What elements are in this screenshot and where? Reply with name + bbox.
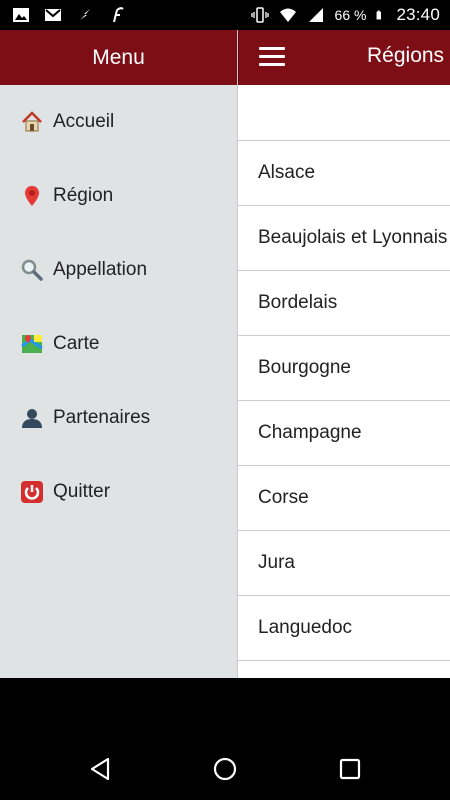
system-icons: 66 % 23:40 [250, 5, 440, 25]
region-item-alsace[interactable]: Alsace [238, 141, 450, 206]
navigation-drawer: Menu Accueil Région Appellation Carte Pa… [0, 30, 237, 678]
menu-item-label: Quitter [53, 481, 111, 502]
battery-percent: 66 % [334, 7, 367, 23]
gmail-icon [45, 9, 61, 21]
region-item-bordelais[interactable]: Bordelais [238, 271, 450, 336]
notification-icons [12, 6, 126, 24]
page-title: Régions [367, 44, 445, 67]
region-item-empty [238, 661, 450, 678]
person-icon [20, 406, 44, 430]
signal-icon [308, 8, 323, 22]
app-bar: Régions [238, 30, 450, 85]
region-item-beaujolais[interactable]: Beaujolais et Lyonnais [238, 206, 450, 271]
vibrate-icon [250, 7, 269, 23]
wifi-icon [279, 8, 296, 22]
region-item-languedoc[interactable]: Languedoc [238, 596, 450, 661]
menu-item-label: Région [53, 185, 114, 206]
navigation-bar [0, 678, 450, 800]
menu-item-partenaires[interactable]: Partenaires [0, 381, 237, 455]
menu-item-label: Accueil [53, 111, 115, 132]
menu-icon[interactable] [259, 47, 285, 67]
menu-item-carte[interactable]: Carte [0, 307, 237, 381]
region-item-champagne[interactable]: Champagne [238, 401, 450, 466]
map-pin-icon [20, 184, 44, 208]
back-icon[interactable] [88, 756, 114, 782]
clock: 23:40 [396, 5, 440, 24]
menu-item-appellation[interactable]: Appellation [0, 233, 237, 307]
region-item-bourgogne[interactable]: Bourgogne [238, 336, 450, 401]
home-icon [20, 110, 44, 134]
menu-item-label: Partenaires [53, 407, 151, 428]
region-list: Alsace Beaujolais et Lyonnais Bordelais … [238, 141, 450, 678]
main-content: Régions Alsace Beaujolais et Lyonnais Bo… [237, 30, 450, 678]
menu-item-quitter[interactable]: Quitter [0, 455, 237, 529]
tool-icon [113, 7, 124, 23]
drawer-header: Menu [0, 30, 237, 85]
search-row[interactable] [238, 85, 450, 141]
search-icon [20, 258, 44, 282]
menu-item-label: Carte [53, 333, 100, 354]
menu-item-region[interactable]: Région [0, 159, 237, 233]
menu-item-label: Appellation [53, 259, 148, 280]
drawer-title: Menu [92, 45, 145, 69]
status-bar: 66 % 23:40 [0, 0, 450, 30]
power-icon [20, 480, 44, 504]
battery-icon [377, 10, 382, 20]
region-item-corse[interactable]: Corse [238, 466, 450, 531]
recents-icon[interactable] [337, 756, 363, 782]
image-icon [13, 8, 29, 22]
map-icon [20, 332, 44, 356]
home-circle-icon[interactable] [212, 756, 238, 782]
menu-item-accueil[interactable]: Accueil [0, 85, 237, 159]
drawer-menu: Accueil Région Appellation Carte Partena… [0, 85, 237, 529]
region-item-jura[interactable]: Jura [238, 531, 450, 596]
flash-icon [80, 9, 90, 20]
